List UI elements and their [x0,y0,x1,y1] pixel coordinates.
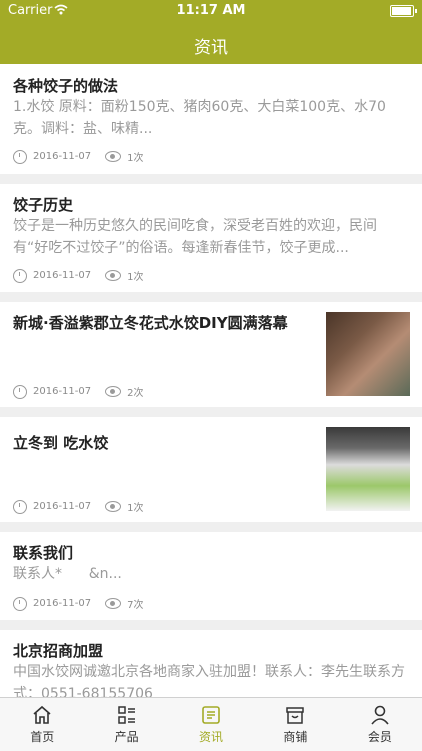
news-date: 2016-11-07 [33,270,92,281]
tab-label: 首页 [30,730,55,744]
news-views: 7次 [127,600,144,611]
page-title: 资讯 [194,38,228,58]
tab-label: 资讯 [199,730,224,744]
tab-products[interactable]: 产品 [84,698,168,751]
news-date: 2016-11-07 [33,598,92,609]
tab-member[interactable]: 会员 [338,698,422,751]
tab-label: 会员 [367,730,392,744]
news-icon [202,706,220,724]
news-summary: 1.水饺 原料：面粉150克、猪肉60克、大白菜100克、水70克。调料：盐、味… [13,99,386,137]
news-title: 饺子历史 [13,196,74,214]
clock-icon [13,596,27,611]
news-title: 北京招商加盟 [13,642,104,660]
eye-icon [105,386,122,397]
news-item[interactable]: 饺子历史 饺子是一种历史悠久的民间吃食，深受老百姓的欢迎，民间有“好吃不过饺子”… [0,184,422,292]
news-views: 1次 [127,153,144,164]
news-meta: 2016-11-07 1次 [13,268,144,283]
news-views: 2次 [127,388,144,399]
news-views: 1次 [127,503,144,514]
eye-icon [105,598,122,609]
list-icon [117,706,135,724]
status-bar: Carrier 11:17 AM [0,0,422,22]
news-item[interactable]: 联系我们 联系人* &n... 2016-11-07 7次 [0,532,422,620]
news-meta: 2016-11-07 1次 [13,499,144,514]
eye-icon [105,151,122,162]
eye-icon [105,270,122,281]
news-summary: 饺子是一种历史悠久的民间吃食，深受老百姓的欢迎，民间有“好吃不过饺子”的俗语。每… [13,218,377,256]
news-meta: 2016-11-07 2次 [13,384,144,399]
eye-icon [105,501,122,512]
news-meta: 2016-11-07 1次 [13,149,144,164]
tab-label: 产品 [114,730,139,744]
tab-home[interactable]: 首页 [0,698,84,751]
news-date: 2016-11-07 [33,386,92,397]
tab-bar: 首页 产品 资讯 商铺 会员 [0,697,422,751]
news-meta: 2016-11-07 7次 [13,596,144,611]
top-bar: Carrier 11:17 AM 资讯 [0,0,422,64]
news-title: 立冬到 吃水饺 [13,434,109,452]
news-views: 1次 [127,272,144,283]
news-item[interactable]: 新城·香溢紫郡立冬花式水饺DIY圆满落幕 2016-11-07 2次 [0,302,422,407]
clock: 11:17 AM [176,3,246,18]
news-title: 新城·香溢紫郡立冬花式水饺DIY圆满落幕 [13,314,288,332]
news-thumbnail [326,427,410,511]
news-item[interactable]: 北京招商加盟 中国水饺网诚邀北京各地商家入驻加盟！联系人：李先生联系方式：055… [0,630,422,697]
user-icon [371,705,389,725]
tab-label: 商铺 [283,730,308,744]
news-thumbnail [326,312,410,396]
clock-icon [13,499,27,514]
home-icon [33,705,51,724]
news-list[interactable]: 各种饺子的做法 1.水饺 原料：面粉150克、猪肉60克、大白菜100克、水70… [0,64,422,697]
clock-icon [13,149,27,164]
shop-icon [286,707,305,724]
battery-icon [390,5,417,17]
news-date: 2016-11-07 [33,151,92,162]
news-item[interactable]: 各种饺子的做法 1.水饺 原料：面粉150克、猪肉60克、大白菜100克、水70… [0,64,422,174]
news-title: 联系我们 [13,544,74,562]
news-date: 2016-11-07 [33,501,92,512]
tab-shop[interactable]: 商铺 [253,698,337,751]
news-item[interactable]: 立冬到 吃水饺 2016-11-07 1次 [0,417,422,522]
news-title: 各种饺子的做法 [13,77,119,95]
clock-icon [13,268,27,283]
tab-news[interactable]: 资讯 [169,698,253,751]
news-summary: 联系人* &n... [13,566,122,582]
news-summary: 中国水饺网诚邀北京各地商家入驻加盟！联系人：李先生联系方式：0551-68155… [13,664,405,697]
clock-icon [13,384,27,399]
